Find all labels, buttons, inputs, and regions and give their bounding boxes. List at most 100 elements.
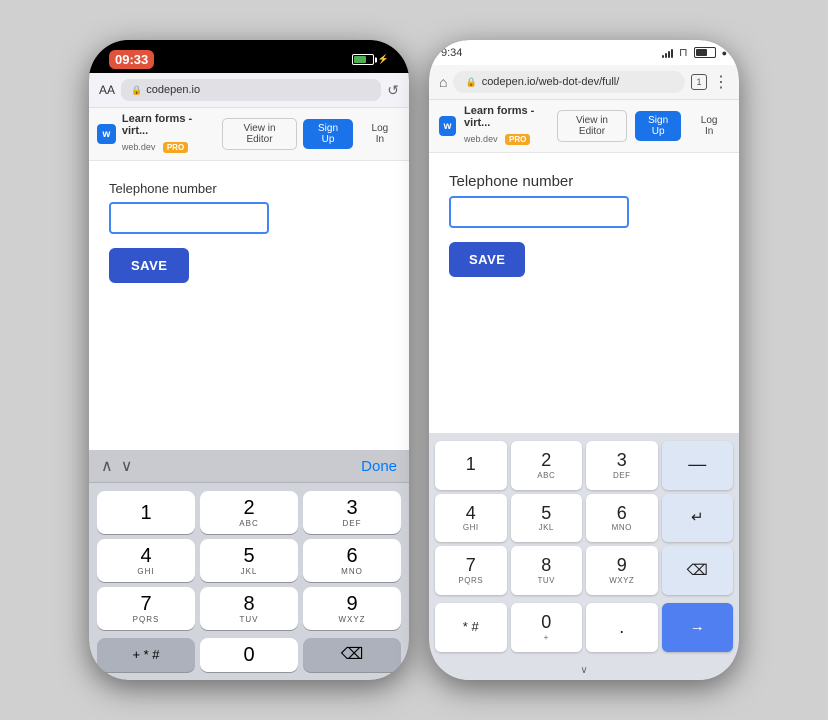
- android-tab-icon[interactable]: 1: [691, 74, 707, 90]
- android-login-button[interactable]: Log In: [689, 111, 729, 141]
- ios-url-text: codepen.io: [146, 84, 200, 96]
- ios-battery-icon: [352, 54, 374, 65]
- android-key-symbols[interactable]: * #: [435, 603, 507, 652]
- right-phone: 9:34 ⊓ ● ⌂ 🔒 codepen.io/web-dot-dev/full…: [429, 40, 739, 680]
- android-signup-button[interactable]: Sign Up: [635, 111, 681, 141]
- android-bottom-row: * # 0 + . →: [429, 599, 739, 660]
- ios-key-0[interactable]: 0: [200, 638, 298, 672]
- android-screen: ⌂ 🔒 codepen.io/web-dot-dev/full/ 1 ⋮ w L…: [429, 65, 739, 680]
- ios-bottom-row: + * # 0 ⌫: [89, 634, 409, 680]
- android-signal-icon: [662, 48, 673, 58]
- ios-key-4[interactable]: 4 GHI: [97, 539, 195, 582]
- ios-tel-input[interactable]: [109, 202, 269, 234]
- android-key-7[interactable]: 7 PQRS: [435, 546, 507, 595]
- ios-key-7[interactable]: 7 PQRS: [97, 587, 195, 630]
- android-home-icon[interactable]: ⌂: [439, 74, 447, 90]
- ios-notch: [189, 40, 309, 64]
- ios-status-right: ⚡: [352, 54, 389, 65]
- ios-logo-text: w: [103, 129, 111, 140]
- android-learn-info: Learn forms - virt... web.dev PRO: [464, 105, 549, 147]
- ios-charging-icon: ⚡: [378, 54, 389, 65]
- android-lock-icon: 🔒: [465, 77, 476, 88]
- android-key-5[interactable]: 5 JKL: [511, 494, 583, 543]
- android-key-grid: 1 2 ABC 3 DEF — 4 GHI: [429, 433, 739, 599]
- ios-key-grid: 1 2 ABC 3 DEF 4 GHI 5 JKL: [89, 483, 409, 634]
- signal-bar-1: [662, 55, 664, 58]
- ios-reload-button[interactable]: ↺: [387, 82, 399, 99]
- android-learn-toolbar: w Learn forms - virt... web.dev PRO View…: [429, 100, 739, 153]
- android-status-bar: 9:34 ⊓ ●: [429, 40, 739, 65]
- android-learn-subtitle: web.dev: [464, 134, 498, 144]
- ios-key-2[interactable]: 2 ABC: [200, 491, 298, 534]
- android-key-4[interactable]: 4 GHI: [435, 494, 507, 543]
- ios-login-button[interactable]: Log In: [359, 119, 401, 149]
- android-learn-logo: w: [439, 116, 456, 136]
- android-bottom-bar: ∨: [429, 660, 739, 680]
- android-save-button[interactable]: SAVE: [449, 242, 525, 277]
- signal-bar-3: [668, 51, 670, 58]
- ios-key-symbols[interactable]: + * #: [97, 638, 195, 672]
- android-key-9[interactable]: 9 WXYZ: [586, 546, 658, 595]
- android-more-icon[interactable]: ⋮: [713, 72, 729, 92]
- left-phone: 09:33 ⚡ AA 🔒 codepen.io ↺ w: [89, 40, 409, 680]
- android-status-icons: ⊓ ●: [662, 46, 727, 59]
- ios-learn-title: Learn forms - virt...: [122, 113, 216, 137]
- ios-key-9[interactable]: 9 WXYZ: [303, 587, 401, 630]
- ios-save-button[interactable]: SAVE: [109, 248, 189, 283]
- android-learn-title: Learn forms - virt...: [464, 105, 549, 129]
- ios-key-6[interactable]: 6 MNO: [303, 539, 401, 582]
- android-keyboard: 1 2 ABC 3 DEF — 4 GHI: [429, 433, 739, 680]
- android-view-editor-button[interactable]: View in Editor: [557, 110, 627, 142]
- signal-bar-4: [671, 49, 673, 58]
- ios-pro-badge: PRO: [163, 142, 188, 153]
- android-tab-count: 1: [696, 77, 701, 87]
- ios-key-3[interactable]: 3 DEF: [303, 491, 401, 534]
- ios-arrow-up[interactable]: ∧: [101, 456, 113, 476]
- android-battery-percent: ●: [722, 48, 727, 58]
- android-key-enter[interactable]: ↵: [662, 494, 734, 543]
- android-wifi-icon: ⊓: [679, 46, 688, 59]
- ios-browser-chrome: AA 🔒 codepen.io ↺: [89, 73, 409, 108]
- android-key-backspace[interactable]: ⌫: [662, 546, 734, 595]
- android-key-1[interactable]: 1: [435, 441, 507, 490]
- ios-key-backspace[interactable]: ⌫: [303, 638, 401, 672]
- android-key-go[interactable]: →: [662, 603, 734, 652]
- ios-notch-bar: 09:33 ⚡: [89, 40, 409, 73]
- ios-url-pill[interactable]: 🔒 codepen.io: [121, 79, 381, 101]
- android-key-8[interactable]: 8 TUV: [511, 546, 583, 595]
- ios-key-8[interactable]: 8 TUV: [200, 587, 298, 630]
- android-field-label: Telephone number: [449, 173, 719, 190]
- ios-lock-icon: 🔒: [131, 85, 142, 96]
- android-key-6[interactable]: 6 MNO: [586, 494, 658, 543]
- ios-learn-info: Learn forms - virt... web.dev PRO: [122, 113, 216, 155]
- ios-view-editor-button[interactable]: View in Editor: [222, 118, 297, 150]
- ios-learn-subtitle: web.dev: [122, 142, 156, 152]
- ios-time: 09:33: [109, 50, 154, 69]
- ios-learn-logo: w: [97, 124, 116, 144]
- ios-nav-arrows: ∧ ∨: [101, 456, 132, 476]
- ios-key-5[interactable]: 5 JKL: [200, 539, 298, 582]
- android-key-dot[interactable]: .: [586, 603, 658, 652]
- ios-key-1[interactable]: 1: [97, 491, 195, 534]
- ios-arrow-down[interactable]: ∨: [121, 456, 133, 476]
- android-key-dash[interactable]: —: [662, 441, 734, 490]
- android-chevron-icon[interactable]: ∨: [580, 665, 587, 676]
- ios-aa-text[interactable]: AA: [99, 83, 115, 97]
- android-key-3[interactable]: 3 DEF: [586, 441, 658, 490]
- android-battery-icon: [694, 47, 716, 58]
- android-tel-input[interactable]: [449, 196, 629, 228]
- ios-learn-toolbar: w Learn forms - virt... web.dev PRO View…: [89, 108, 409, 161]
- android-page-content: Telephone number SAVE: [429, 153, 739, 433]
- android-time: 9:34: [441, 47, 462, 59]
- ios-screen: AA 🔒 codepen.io ↺ w Learn forms - virt..…: [89, 73, 409, 680]
- ios-done-button[interactable]: Done: [361, 458, 397, 475]
- ios-keyboard: ∧ ∨ Done 1 2 ABC 3 DEF: [89, 450, 409, 680]
- android-url-pill[interactable]: 🔒 codepen.io/web-dot-dev/full/: [453, 71, 685, 93]
- android-battery-fill: [696, 49, 708, 56]
- android-url-bar: ⌂ 🔒 codepen.io/web-dot-dev/full/ 1 ⋮: [429, 65, 739, 100]
- android-url-text: codepen.io/web-dot-dev/full/: [482, 76, 620, 88]
- android-key-2[interactable]: 2 ABC: [511, 441, 583, 490]
- android-logo-text: w: [444, 121, 452, 132]
- ios-signup-button[interactable]: Sign Up: [303, 119, 353, 149]
- android-key-0[interactable]: 0 +: [511, 603, 583, 652]
